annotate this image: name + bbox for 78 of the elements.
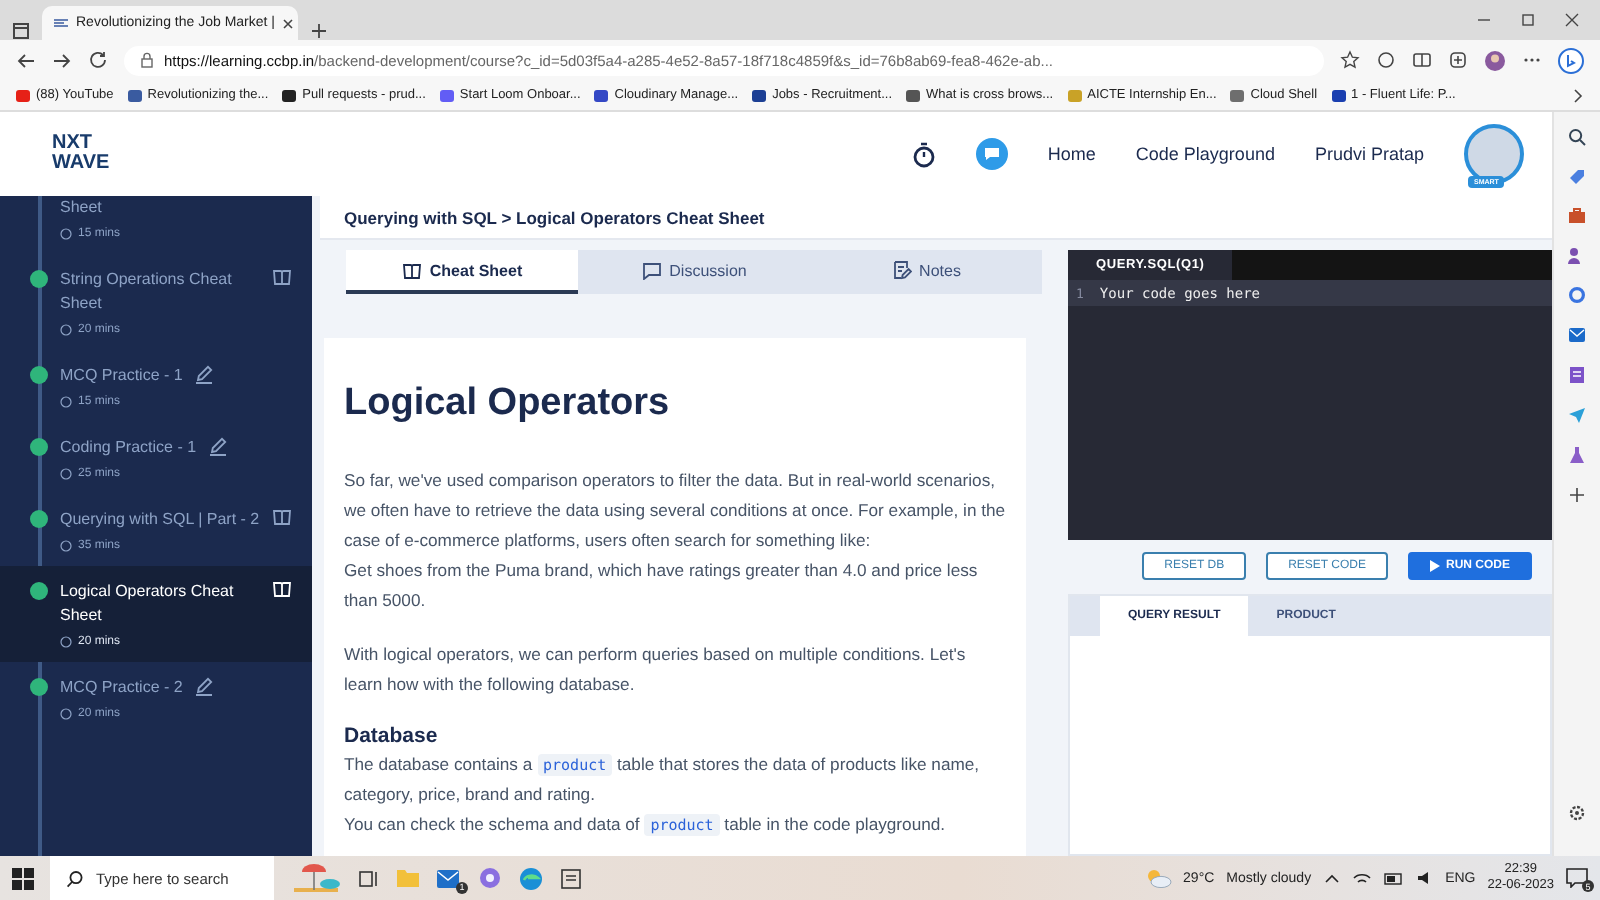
tag-icon[interactable]	[1568, 168, 1586, 186]
maximize-icon[interactable]	[1520, 12, 1536, 28]
user-name[interactable]: Prudvi Pratap	[1314, 144, 1424, 164]
clock-icon	[60, 540, 72, 552]
item-title: Logical Operators Cheat Sheet	[60, 580, 236, 628]
more-icon[interactable]	[1522, 56, 1542, 64]
book-icon	[401, 261, 422, 279]
chat-bubble-icon[interactable]	[975, 138, 1008, 170]
book-icon	[272, 268, 292, 286]
search-icon[interactable]	[1568, 128, 1586, 146]
cloudy-sun-icon	[1143, 868, 1172, 888]
item-title: String Operations Cheat Sheet	[60, 268, 234, 316]
article-paragraph: So far, we've used comparison operators to filter the data. But in real-world scenarios, we often have to retrieve the data using several conditions at once. For example, in the case of e-commerce platforms, users often search for something like: Get shoes from the Puma brand, which have ratings greater than 4.0 and price less than 5000.	[344, 468, 1006, 614]
content-tab[interactable]: Notes	[810, 250, 1042, 294]
book-icon	[272, 580, 292, 598]
item-title: Sheet	[60, 196, 102, 220]
profile-avatar-icon[interactable]	[1484, 49, 1506, 71]
notification-icon[interactable]	[1566, 868, 1588, 888]
breadcrumb: Querying with SQL > Logical Operators Cheat Sheet	[320, 196, 1552, 240]
content-tab[interactable]: Cheat Sheet	[346, 250, 578, 294]
add-icon[interactable]	[1568, 486, 1586, 504]
favorite-icon[interactable]	[1340, 50, 1360, 70]
stopwatch-icon[interactable]	[911, 141, 936, 167]
split-screen-icon[interactable]	[1412, 50, 1432, 70]
beach-illustration-icon	[290, 864, 342, 892]
speaker-icon[interactable]	[1415, 870, 1434, 886]
tab-actions-icon[interactable]	[12, 22, 30, 40]
play-icon	[1429, 560, 1440, 572]
briefcase-icon[interactable]	[1568, 208, 1586, 224]
send-icon[interactable]	[1568, 406, 1586, 424]
browser-icon[interactable]	[518, 865, 544, 891]
clock-icon	[60, 636, 72, 648]
nav-link[interactable]: Code Playground	[1135, 144, 1275, 164]
pencil-icon	[208, 436, 229, 456]
pencil-icon	[194, 364, 215, 384]
back-icon[interactable]	[16, 51, 36, 69]
clock-icon	[60, 324, 72, 336]
note-icon	[891, 260, 912, 280]
refresh-icon[interactable]	[88, 50, 108, 70]
people-icon[interactable]	[1568, 246, 1586, 264]
content-tab[interactable]: Discussion	[578, 250, 810, 294]
windows-start-icon[interactable]	[12, 867, 34, 889]
ring-icon[interactable]	[1568, 286, 1586, 304]
document-icon[interactable]	[1568, 366, 1586, 384]
flask-icon[interactable]	[1568, 446, 1586, 464]
clock-icon	[60, 396, 72, 408]
item-title: MCQ Practice - 2	[60, 676, 183, 700]
section-heading: Database	[344, 724, 440, 748]
battery-icon[interactable]	[1383, 871, 1404, 885]
pencil-icon	[194, 676, 215, 696]
search-icon	[66, 869, 84, 887]
network-icon[interactable]	[1351, 869, 1372, 887]
mail-icon[interactable]	[1568, 326, 1586, 344]
notepad-icon[interactable]	[560, 867, 582, 889]
close-icon[interactable]	[282, 17, 295, 29]
chat-icon	[641, 261, 662, 279]
item-title: MCQ Practice - 1	[60, 364, 183, 388]
mail-icon[interactable]	[436, 867, 462, 889]
clock-icon	[60, 708, 72, 720]
new-tab-icon[interactable]	[310, 22, 328, 40]
settings-icon[interactable]	[1568, 804, 1586, 822]
site-icon	[54, 18, 68, 28]
task-view-icon[interactable]	[358, 867, 380, 889]
article-title: Logical Operators	[344, 382, 672, 426]
logo[interactable]: NXT WAVE	[52, 134, 110, 174]
article-paragraph: With logical operators, we can perform queries based on multiple conditions. Let's learn how with the following database.	[344, 642, 968, 698]
book-icon	[271, 508, 292, 526]
forward-icon[interactable]	[52, 51, 72, 69]
chevron-up-icon[interactable]	[1323, 872, 1340, 884]
collections-icon[interactable]	[1448, 50, 1468, 70]
item-title: Coding Practice - 1	[60, 436, 197, 460]
close-icon[interactable]	[1564, 12, 1580, 28]
clock-icon	[60, 228, 72, 240]
item-title: Querying with SQL | Part - 2	[60, 508, 260, 532]
lock-icon	[140, 52, 154, 68]
chevron-right-icon[interactable]	[1572, 87, 1584, 103]
clock-icon	[60, 468, 72, 480]
nav-link[interactable]: Home	[1047, 144, 1096, 164]
